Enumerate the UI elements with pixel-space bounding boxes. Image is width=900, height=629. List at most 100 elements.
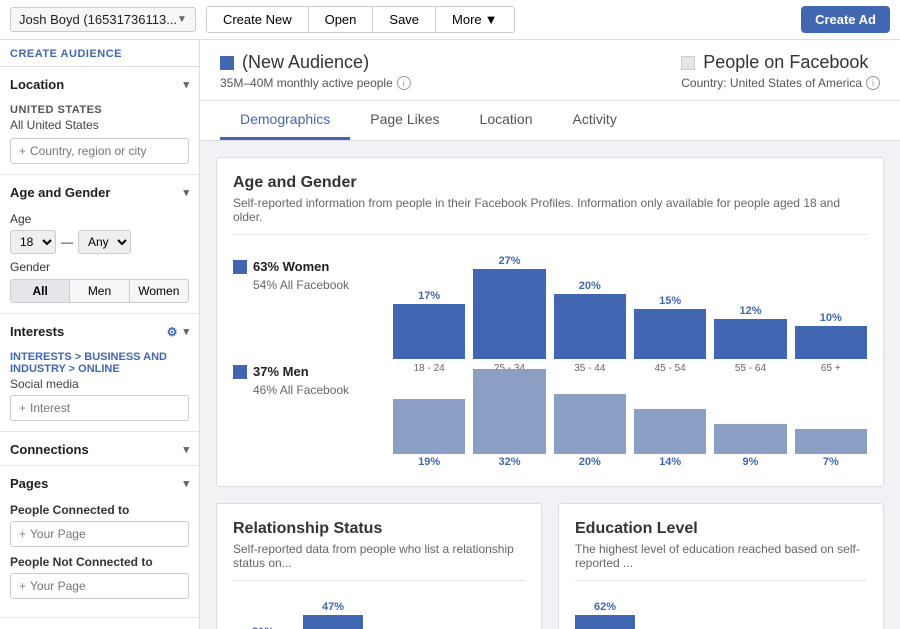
audience-info-icon[interactable]: i: [397, 76, 411, 90]
education-card-subtitle: The highest level of education reached b…: [575, 542, 867, 581]
bar-men-45-54: 14%: [634, 409, 706, 470]
topbar: Josh Boyd (16531736113... ▼ Create New O…: [0, 0, 900, 40]
bar-men-18-24: 19%: [393, 399, 465, 470]
people-connected-label: People Connected to: [10, 503, 189, 517]
tab-demographics[interactable]: Demographics: [220, 101, 350, 140]
bar-men-35-44: 20%: [554, 394, 626, 470]
education-bars: 62%: [575, 595, 867, 629]
save-button[interactable]: Save: [372, 6, 435, 33]
age-to-select[interactable]: Any253565+: [78, 230, 131, 254]
age-label-55: 55 - 64: [714, 363, 786, 374]
interest-plus-icon: +: [19, 401, 26, 415]
relationship-bars: 31% 47%: [233, 595, 525, 629]
create-ad-button[interactable]: Create Ad: [801, 6, 890, 33]
create-new-button[interactable]: Create New: [206, 6, 308, 33]
audience-subtitle: 35M–40M monthly active people i: [220, 76, 411, 90]
interest-input[interactable]: [30, 401, 180, 415]
bar-men-25-34: 32%: [473, 369, 545, 470]
audience-title: (New Audience): [220, 52, 411, 73]
connections-chevron-icon: ▾: [183, 443, 189, 456]
men-pct-label: 37% Men: [253, 364, 309, 379]
user-selector[interactable]: Josh Boyd (16531736113... ▼: [10, 7, 196, 32]
fb-subtitle: Country: United States of America i: [681, 76, 880, 90]
men-bars-row: 19% 32% 20%: [393, 380, 867, 470]
sidebar-age-gender-toggle[interactable]: Age and Gender ▾: [0, 175, 199, 208]
gender-all-button[interactable]: All: [11, 280, 70, 302]
women-legend-box: [233, 260, 247, 274]
sidebar-pages-toggle[interactable]: Pages ▾: [0, 466, 199, 499]
fb-info-icon[interactable]: i: [866, 76, 880, 90]
audience-title-text: (New Audience): [242, 52, 369, 73]
sidebar-header: CREATE AUDIENCE: [0, 40, 199, 67]
gender-women-button[interactable]: Women: [130, 280, 188, 302]
open-button[interactable]: Open: [308, 6, 373, 33]
age-gender-card-subtitle: Self-reported information from people in…: [233, 196, 867, 235]
fb-title-row: People on Facebook: [681, 52, 880, 73]
more-button[interactable]: More ▼: [435, 6, 515, 33]
plus-icon: +: [19, 144, 26, 158]
sidebar-section-age-gender: Age and Gender ▾ Age 182125 — Any253565+…: [0, 175, 199, 314]
not-connected-plus-icon: +: [19, 579, 26, 593]
location-input-wrapper[interactable]: +: [10, 138, 189, 164]
gender-men-button[interactable]: Men: [70, 280, 129, 302]
people-not-connected-label: People Not Connected to: [10, 555, 189, 569]
age-dash: —: [61, 235, 73, 249]
topbar-actions: Create New Open Save More ▼: [206, 6, 515, 33]
bar-women-65plus: 10%: [795, 312, 867, 359]
facebook-info: People on Facebook Country: United State…: [681, 52, 880, 90]
sidebar-age-gender-label: Age and Gender: [10, 185, 110, 200]
people-connected-section: People Connected to + People Not Connect…: [0, 499, 199, 617]
gender-button-group: All Men Women: [10, 279, 189, 303]
audience-info: (New Audience) 35M–40M monthly active pe…: [220, 52, 411, 90]
women-bars-row: 17% 27% 20%: [393, 249, 867, 359]
interests-sub: Social media: [10, 377, 189, 391]
men-legend-box: [233, 365, 247, 379]
sidebar-section-location: Location ▾ UNITED STATES All United Stat…: [0, 67, 199, 175]
interest-input-wrapper[interactable]: +: [10, 395, 189, 421]
women-pct-label: 63% Women: [253, 259, 329, 274]
bar-women-45-54: 15%: [634, 295, 706, 359]
gender-legend: 63% Women 54% All Facebook 37% Men 46% A…: [233, 249, 373, 397]
women-fb-sub: 54% All Facebook: [253, 278, 373, 292]
sidebar-pages-label: Pages: [10, 476, 48, 491]
pages-chevron-icon: ▾: [183, 477, 189, 490]
gender-label: Gender: [10, 260, 189, 274]
bar-chart-col: 17% 27% 20%: [393, 249, 867, 470]
more-chevron-icon: ▼: [485, 12, 498, 27]
age-range-row: 182125 — Any253565+: [10, 230, 189, 254]
bar-women-25-34: 27%: [473, 255, 545, 359]
men-legend-item: 37% Men 46% All Facebook: [233, 364, 373, 397]
age-gender-chart: 63% Women 54% All Facebook 37% Men 46% A…: [233, 249, 867, 470]
sidebar-location-content: UNITED STATES All United States +: [0, 100, 199, 174]
age-from-select[interactable]: 182125: [10, 230, 56, 254]
fb-box-icon: [681, 56, 695, 70]
age-label: Age: [10, 212, 189, 226]
rel-bar-2: 47%: [303, 601, 363, 629]
location-input[interactable]: [30, 144, 180, 158]
interests-path: INTERESTS > BUSINESS AND INDUSTRY > ONLI…: [10, 351, 189, 375]
tab-location[interactable]: Location: [460, 101, 553, 140]
main-layout: CREATE AUDIENCE Location ▾ UNITED STATES…: [0, 40, 900, 629]
tab-activity[interactable]: Activity: [552, 101, 636, 140]
sidebar-location-toggle[interactable]: Location ▾: [0, 67, 199, 100]
audience-monthly-text: 35M–40M monthly active people: [220, 76, 393, 90]
people-connected-input[interactable]: [30, 527, 180, 541]
sidebar-connections-label: Connections: [10, 442, 89, 457]
sidebar-section-pages: Pages ▾ People Connected to + People Not…: [0, 466, 199, 618]
interests-gear-icon[interactable]: ⚙: [167, 325, 178, 339]
relationship-card: Relationship Status Self-reported data f…: [216, 503, 542, 629]
tab-page-likes[interactable]: Page Likes: [350, 101, 459, 140]
sidebar-connections-toggle[interactable]: Connections ▾: [0, 432, 199, 465]
edu-bar-1: 62%: [575, 601, 635, 629]
bar-women-55-64: 12%: [714, 305, 786, 359]
sidebar-interests-toggle[interactable]: Interests ⚙ ▾: [0, 314, 199, 347]
people-connected-input-wrapper[interactable]: +: [10, 521, 189, 547]
bottom-cards: Relationship Status Self-reported data f…: [216, 503, 884, 629]
interests-chevron-icon: ▾: [183, 325, 189, 338]
bar-women-35-44: 20%: [554, 280, 626, 359]
age-labels-row: 18 - 24 25 - 34 35 - 44 45 - 54 55 - 64 …: [393, 363, 867, 374]
location-all-us: All United States: [10, 118, 189, 132]
people-not-connected-input[interactable]: [30, 579, 180, 593]
people-not-connected-input-wrapper[interactable]: +: [10, 573, 189, 599]
education-card: Education Level The highest level of edu…: [558, 503, 884, 629]
